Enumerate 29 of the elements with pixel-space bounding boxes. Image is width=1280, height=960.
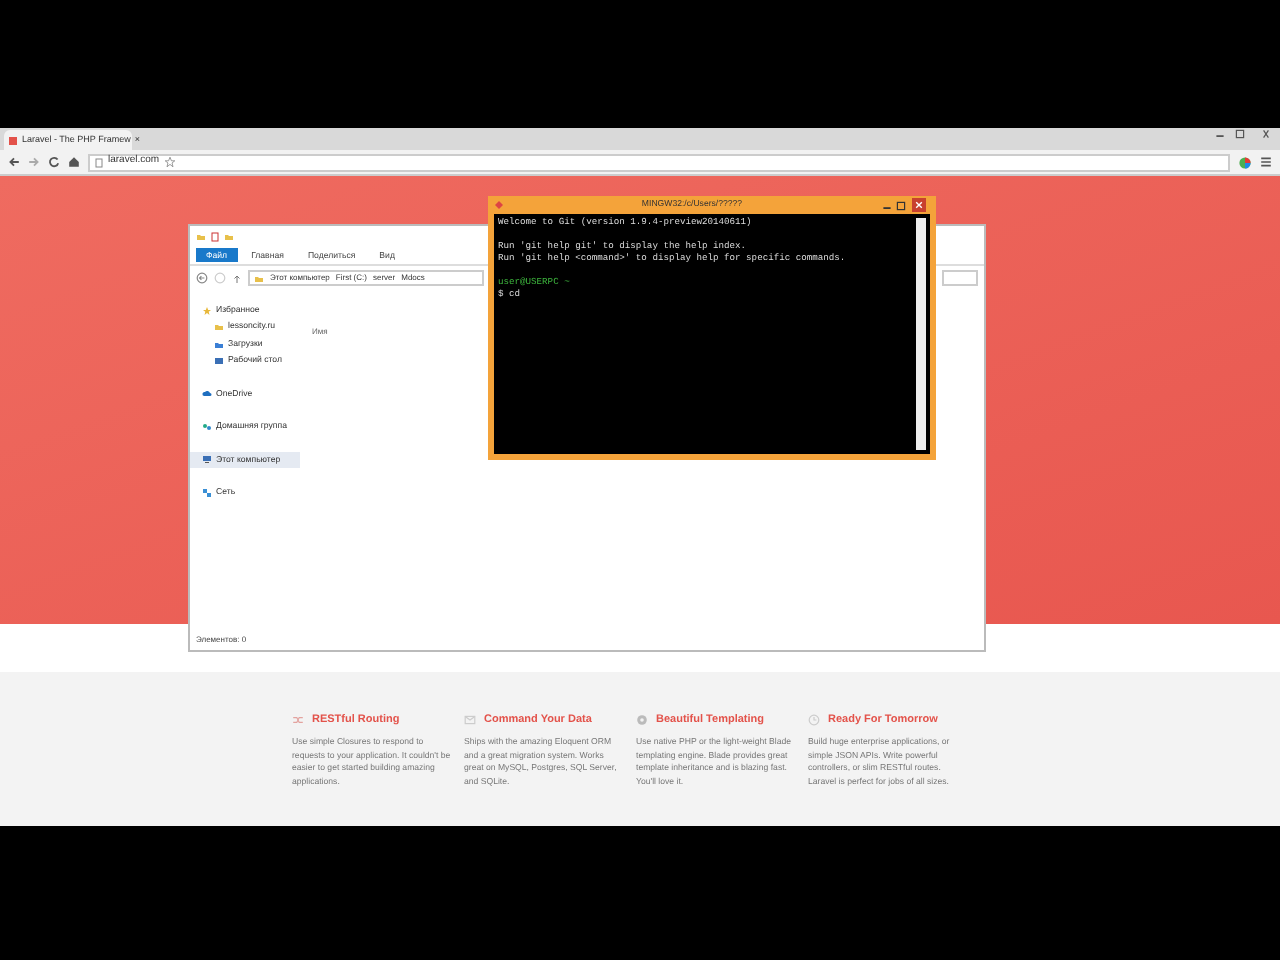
search-field[interactable] — [942, 270, 978, 286]
monitor-icon — [214, 356, 224, 367]
gear-icon — [636, 714, 648, 727]
maximize-icon[interactable] — [894, 199, 908, 211]
scrollbar[interactable] — [916, 218, 926, 450]
star-icon[interactable] — [163, 156, 176, 168]
shuffle-icon — [292, 714, 304, 727]
color-wheel-icon[interactable] — [1238, 155, 1252, 169]
back-arrow-icon[interactable] — [196, 272, 208, 284]
network-icon — [202, 487, 212, 498]
envelope-icon — [464, 714, 476, 727]
folder-icon — [254, 273, 264, 283]
up-arrow-icon[interactable] — [232, 273, 242, 283]
favicon-icon — [8, 135, 18, 145]
star-icon — [202, 305, 212, 316]
document-icon[interactable] — [210, 231, 220, 241]
folder-icon — [196, 231, 206, 241]
clock-icon — [808, 714, 820, 727]
reload-icon[interactable] — [48, 156, 60, 168]
cloud-icon — [202, 388, 212, 399]
home-icon[interactable] — [68, 156, 80, 168]
page-icon — [94, 157, 104, 167]
people-icon — [202, 421, 212, 432]
close-icon[interactable] — [908, 198, 930, 212]
back-arrow-icon[interactable] — [8, 156, 20, 168]
menu-icon[interactable] — [1260, 156, 1272, 168]
maximize-icon[interactable] — [1232, 128, 1248, 140]
computer-icon — [202, 454, 212, 465]
terminal-app-icon — [494, 200, 504, 210]
